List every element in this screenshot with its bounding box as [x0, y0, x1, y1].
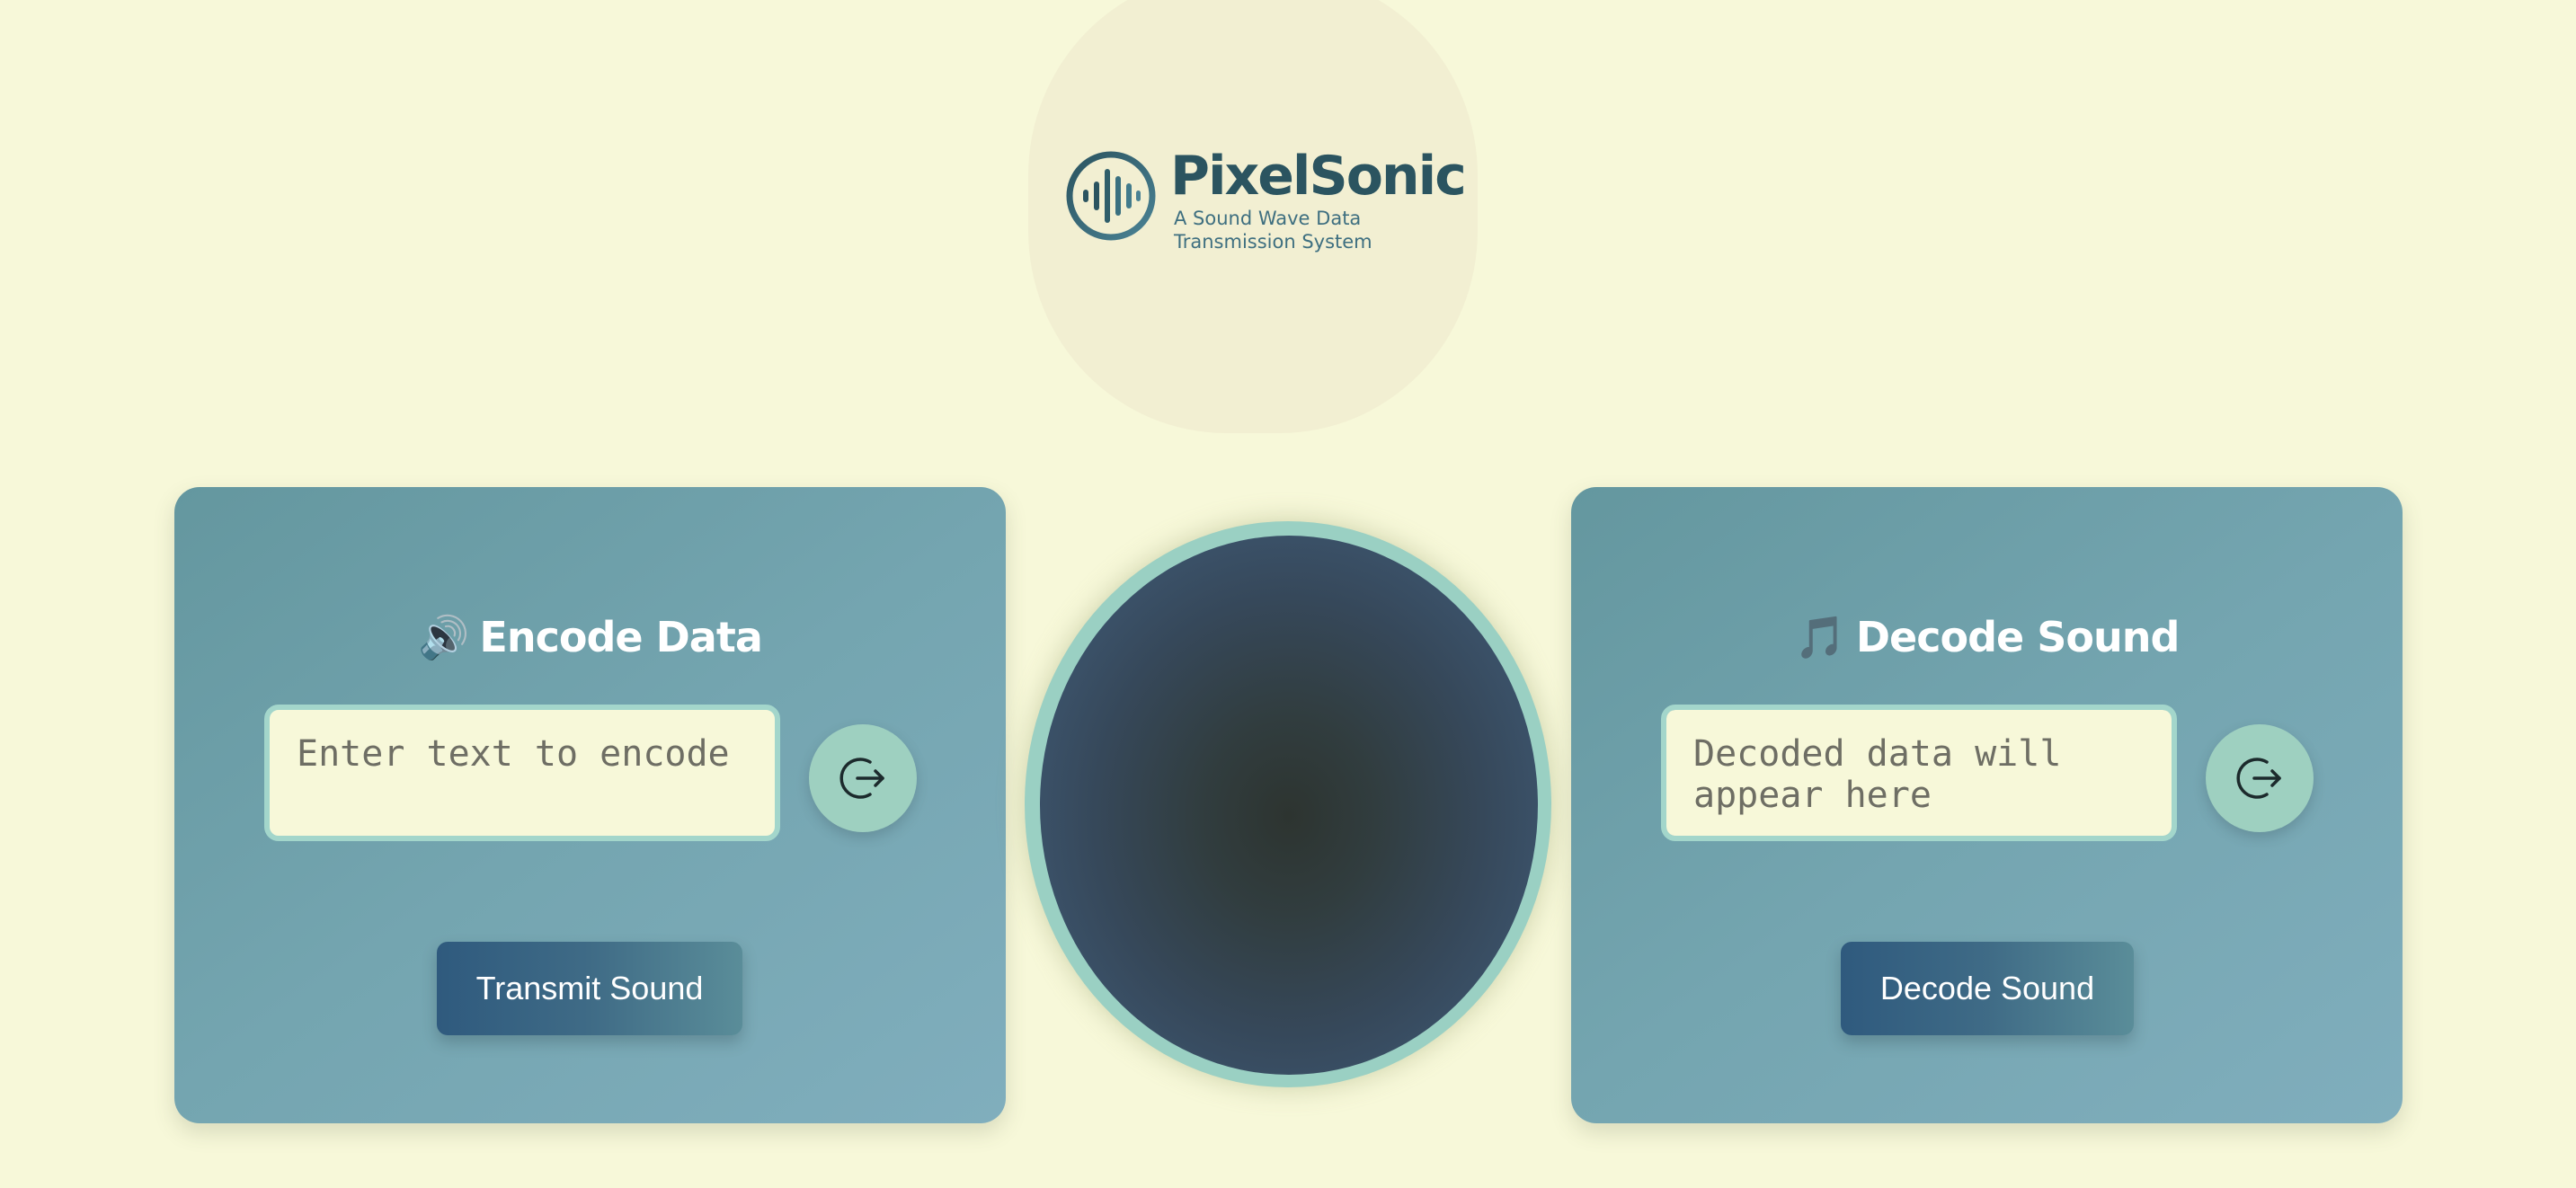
sound-wave-logo-icon	[1066, 151, 1156, 241]
sound-visualizer-orb	[1040, 536, 1538, 1075]
encode-title-label: Encode Data	[479, 613, 762, 661]
decode-output[interactable]	[1661, 705, 2177, 841]
decode-title: 🎵 Decode Sound	[1571, 613, 2403, 662]
page: PixelSonic A Sound Wave Data Transmissio…	[0, 0, 2576, 1188]
decode-title-label: Decode Sound	[1855, 613, 2181, 661]
encode-submit-button[interactable]	[809, 724, 917, 832]
music-note-icon: 🎵	[1794, 613, 1846, 661]
app-subtitle: A Sound Wave Data Transmission System	[1174, 208, 1372, 253]
encode-input[interactable]	[264, 705, 780, 841]
speaker-icon: 🔊	[418, 613, 469, 661]
sign-in-arrow-icon	[839, 758, 884, 799]
sign-in-arrow-icon	[2236, 758, 2281, 799]
encode-title: 🔊 Encode Data	[174, 613, 1006, 662]
app-title: PixelSonic	[1170, 145, 1467, 208]
decode-panel: 🎵Decode Sound Decode Sound	[1571, 487, 2403, 1123]
encode-panel: 🔊Encode Data Transmit Sound	[174, 487, 1006, 1123]
decode-submit-button[interactable]	[2206, 724, 2314, 832]
transmit-sound-button[interactable]: Transmit Sound	[437, 942, 742, 1035]
app-logo: PixelSonic A Sound Wave Data Transmissio…	[1064, 145, 1467, 253]
decode-sound-button[interactable]: Decode Sound	[1841, 942, 2134, 1035]
